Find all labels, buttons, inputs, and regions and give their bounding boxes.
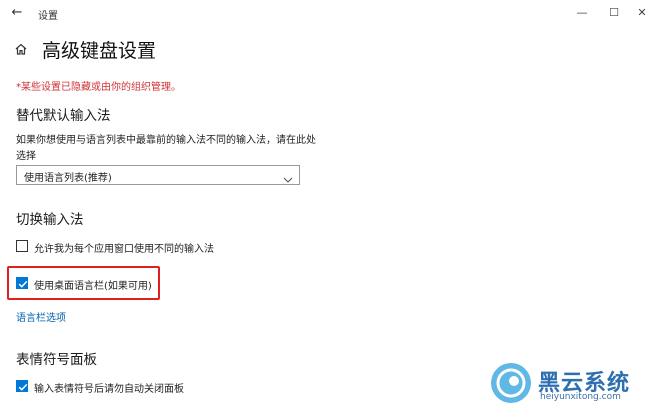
emoji-auto-close-checkbox[interactable] — [16, 380, 28, 392]
minimize-button[interactable]: — — [568, 3, 596, 23]
maximize-button[interactable]: ☐ — [600, 3, 628, 23]
override-input-description: 如果你想使用与语言列表中最靠前的输入法不同的输入法，请在此处选择 — [16, 135, 316, 162]
checkmark-icon — [18, 280, 28, 288]
dropdown-selected-value: 使用语言列表(推荐) — [24, 173, 112, 184]
switch-input-heading: 切换输入法 — [16, 212, 84, 228]
checkmark-icon — [18, 383, 28, 391]
desktop-langbar-label: 使用桌面语言栏(如果可用) — [34, 281, 152, 292]
window-title: 设置 — [38, 11, 58, 22]
watermark-logo-icon — [490, 362, 532, 404]
close-button[interactable]: ✕ — [628, 3, 654, 23]
home-icon[interactable] — [14, 41, 28, 55]
watermark-url: heiyunxitong.com — [540, 392, 621, 402]
page-title: 高级键盘设置 — [42, 40, 157, 62]
input-method-dropdown[interactable]: 使用语言列表(推荐) — [16, 165, 300, 185]
per-app-input-checkbox[interactable] — [16, 240, 28, 252]
desktop-langbar-checkbox[interactable] — [16, 277, 28, 289]
override-input-heading: 替代默认输入法 — [16, 108, 111, 124]
emoji-panel-heading: 表情符号面板 — [16, 352, 97, 368]
managed-note: *某些设置已隐藏或由你的组织管理。 — [16, 82, 181, 93]
chevron-down-icon — [283, 170, 293, 183]
emoji-auto-close-label: 输入表情符号后请勿自动关闭面板 — [34, 384, 184, 395]
langbar-options-link[interactable]: 语言栏选项 — [16, 309, 66, 324]
back-arrow-icon[interactable]: ← — [6, 3, 28, 23]
per-app-input-label: 允许我为每个应用窗口使用不同的输入法 — [34, 244, 214, 255]
title-bar — [0, 0, 654, 26]
